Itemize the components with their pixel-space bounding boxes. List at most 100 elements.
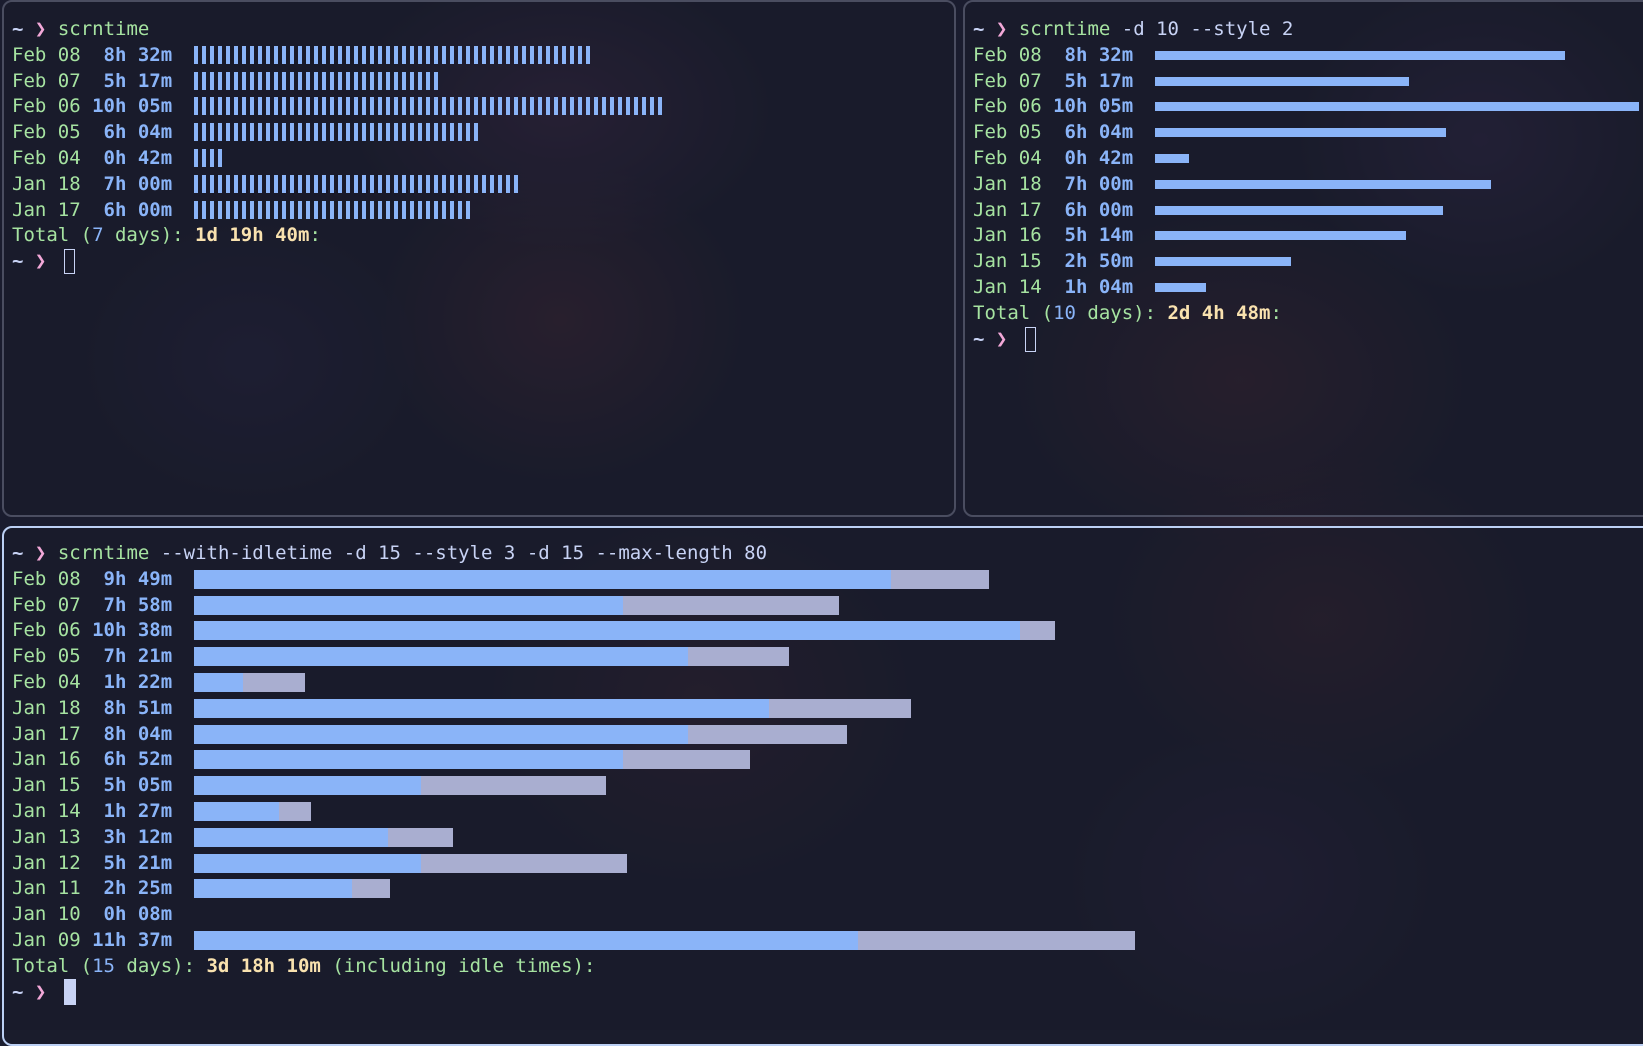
- row-duration: 5h 17m: [92, 69, 173, 92]
- used-time-bar: [194, 724, 688, 744]
- usage-bar: [1155, 50, 1565, 60]
- row-duration: 0h 42m: [1053, 147, 1134, 169]
- usage-bar: [194, 200, 470, 219]
- usage-row: Feb 08 9h 49m: [12, 566, 172, 593]
- command-line[interactable]: ~ ❯ scrntime -d 10 --style 2: [973, 16, 1293, 43]
- usage-bar: [194, 45, 590, 64]
- prompt-line[interactable]: ~ ❯: [12, 979, 76, 1006]
- row-duration: 1h 27m: [92, 800, 173, 822]
- command-line[interactable]: ~ ❯ scrntime --with-idletime -d 15 --sty…: [12, 540, 767, 567]
- usage-row: Feb 05 7h 21m: [12, 643, 172, 670]
- total-line: Total (10 days): 2d 4h 48m:: [973, 300, 1282, 327]
- usage-row: Jan 18 7h 00m: [12, 171, 172, 198]
- prompt-line[interactable]: ~ ❯: [12, 248, 75, 275]
- row-duration: 7h 21m: [92, 645, 173, 668]
- row-date: Feb 05: [12, 645, 81, 668]
- row-date: Feb 06: [12, 619, 81, 642]
- usage-row: Feb 08 8h 32m: [12, 42, 172, 69]
- prompt-arrow-icon: ❯: [995, 18, 1008, 40]
- row-date: Jan 17: [12, 198, 81, 221]
- total-colon: :: [1270, 301, 1282, 324]
- total-colon: :: [309, 224, 321, 247]
- row-date: Jan 11: [12, 877, 81, 900]
- total-days-suffix: days):: [114, 954, 207, 977]
- total-suffix: (including idle times):: [320, 954, 596, 977]
- row-date: Jan 15: [973, 250, 1042, 273]
- prompt-tilde: ~: [12, 542, 24, 564]
- total-label: Total (: [12, 954, 93, 977]
- usage-row: Feb 06 10h 38m: [12, 617, 172, 644]
- usage-row: Feb 07 5h 17m: [973, 68, 1133, 95]
- command-line[interactable]: ~ ❯ scrntime: [12, 16, 149, 43]
- usage-bar: [194, 97, 662, 116]
- row-date: Feb 08: [12, 567, 81, 590]
- usage-row: Feb 04 0h 42m: [973, 145, 1133, 172]
- row-date: Jan 09: [12, 929, 81, 951]
- row-duration: 2h 25m: [92, 877, 173, 900]
- total-label: Total (: [973, 301, 1054, 324]
- text-cursor[interactable]: [1024, 326, 1036, 352]
- row-duration: 11h 37m: [92, 929, 173, 951]
- terminal-window-style-2[interactable]: ~ ❯ scrntime -d 10 --style 2 Feb 08 8h 32…: [963, 0, 1643, 517]
- row-duration: 6h 52m: [92, 748, 173, 771]
- used-time-bar: [194, 776, 421, 796]
- row-date: Jan 18: [12, 696, 81, 719]
- usage-row: Feb 05 6h 04m: [973, 119, 1133, 146]
- prompt-arrow-icon: ❯: [34, 980, 47, 1003]
- prompt-arrow-icon: ❯: [34, 250, 47, 273]
- prompt-line[interactable]: ~ ❯: [973, 326, 1036, 353]
- prompt-arrow-icon: ❯: [995, 327, 1008, 350]
- usage-row: Jan 14 1h 04m: [973, 274, 1133, 301]
- row-duration: 5h 21m: [92, 851, 173, 874]
- usage-row: Jan 16 6h 52m: [12, 746, 172, 773]
- row-duration: 0h 08m: [92, 903, 173, 926]
- row-date: Feb 07: [12, 593, 81, 616]
- row-date: Jan 15: [12, 774, 81, 797]
- row-date: Jan 17: [12, 722, 81, 745]
- prompt-tilde: ~: [12, 980, 24, 1003]
- usage-row: Feb 05 6h 04m: [12, 119, 172, 146]
- text-cursor[interactable]: [63, 249, 75, 275]
- usage-row: Jan 17 6h 00m: [12, 197, 172, 224]
- row-duration: 10h 38m: [92, 619, 173, 642]
- row-duration: 6h 00m: [1053, 198, 1134, 221]
- row-date: Feb 04: [973, 147, 1042, 169]
- row-duration: 9h 49m: [92, 567, 173, 590]
- usage-bar: [1155, 257, 1291, 267]
- row-duration: 8h 32m: [92, 43, 173, 66]
- total-days: 10: [1053, 301, 1076, 324]
- row-duration: 8h 04m: [92, 722, 173, 745]
- row-duration: 6h 00m: [92, 198, 173, 221]
- command-name: scrntime: [57, 18, 150, 40]
- used-time-bar: [194, 931, 858, 950]
- row-duration: 1h 04m: [1053, 276, 1134, 298]
- used-time-bar: [194, 647, 688, 667]
- usage-row: Jan 11 2h 25m: [12, 875, 172, 902]
- used-time-bar: [194, 750, 623, 770]
- text-cursor[interactable]: [63, 979, 76, 1006]
- prompt-tilde: ~: [973, 18, 985, 40]
- prompt-tilde: ~: [12, 18, 24, 40]
- usage-bar: [1155, 128, 1446, 138]
- total-days: 7: [92, 224, 104, 247]
- row-date: Jan 14: [12, 800, 81, 822]
- prompt-tilde: ~: [973, 327, 985, 350]
- row-duration: 7h 00m: [1053, 172, 1134, 195]
- usage-row: Jan 14 1h 27m: [12, 798, 172, 825]
- row-duration: 8h 32m: [1053, 43, 1134, 66]
- terminal-window-idletime-style-3[interactable]: ~ ❯ scrntime --with-idletime -d 15 --sty…: [2, 526, 1643, 1046]
- usage-row: Feb 06 10h 05m: [973, 93, 1133, 120]
- row-date: Feb 07: [973, 69, 1042, 92]
- row-duration: 5h 05m: [92, 774, 173, 797]
- terminal-window-default-style[interactable]: ~ ❯ scrntime Feb 08 8h 32m Feb 07 5h 17m Fe…: [2, 0, 956, 517]
- total-line: Total (15 days): 3d 18h 10m (including i…: [12, 953, 595, 980]
- usage-bar: [1155, 231, 1406, 241]
- row-date: Feb 08: [12, 43, 81, 66]
- usage-row: Jan 09 11h 37m: [12, 927, 172, 954]
- row-duration: 3h 12m: [92, 825, 173, 848]
- row-date: Jan 17: [973, 198, 1042, 221]
- usage-row: Jan 18 8h 51m: [12, 695, 172, 722]
- row-date: Jan 18: [12, 172, 81, 195]
- row-date: Feb 04: [12, 147, 81, 169]
- row-duration: 6h 04m: [92, 121, 173, 144]
